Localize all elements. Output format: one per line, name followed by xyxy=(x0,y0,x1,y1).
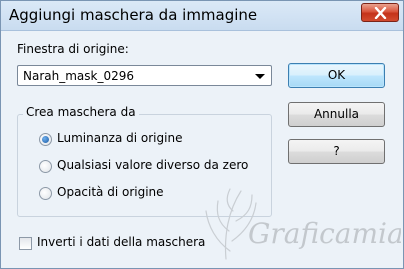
graficamia-watermark: Graficamia xyxy=(205,188,401,260)
group-title: Crea maschera da xyxy=(23,105,139,119)
watermark-text: Graficamia xyxy=(248,217,401,250)
chevron-down-icon xyxy=(255,74,265,79)
add-mask-dialog: Aggiungi maschera da immagine Finestra d… xyxy=(0,0,404,269)
radio-label-source-luminance[interactable]: Luminanza di origine xyxy=(57,131,182,145)
radio-any-nonzero[interactable] xyxy=(39,160,52,173)
source-window-value: Narah_mask_0296 xyxy=(23,69,135,83)
radio-label-source-opacity[interactable]: Opacità di origine xyxy=(57,185,164,199)
close-button[interactable] xyxy=(361,3,399,22)
help-button[interactable]: ? xyxy=(288,139,385,164)
invert-mask-label[interactable]: Inverti i dati della maschera xyxy=(37,235,205,249)
radio-source-opacity[interactable] xyxy=(39,187,52,200)
radio-label-any-nonzero[interactable]: Qualsiasi valore diverso da zero xyxy=(57,158,248,172)
radio-source-luminance[interactable] xyxy=(39,133,52,146)
close-icon xyxy=(374,7,387,19)
source-window-label: Finestra di origine: xyxy=(17,42,129,56)
cancel-button[interactable]: Annulla xyxy=(288,102,385,127)
invert-mask-checkbox[interactable] xyxy=(19,237,32,250)
window-title: Aggiungi maschera da immagine xyxy=(9,6,258,24)
ok-button[interactable]: OK xyxy=(288,63,385,88)
source-window-dropdown[interactable]: Narah_mask_0296 xyxy=(17,65,272,86)
title-bar: Aggiungi maschera da immagine xyxy=(1,1,403,31)
